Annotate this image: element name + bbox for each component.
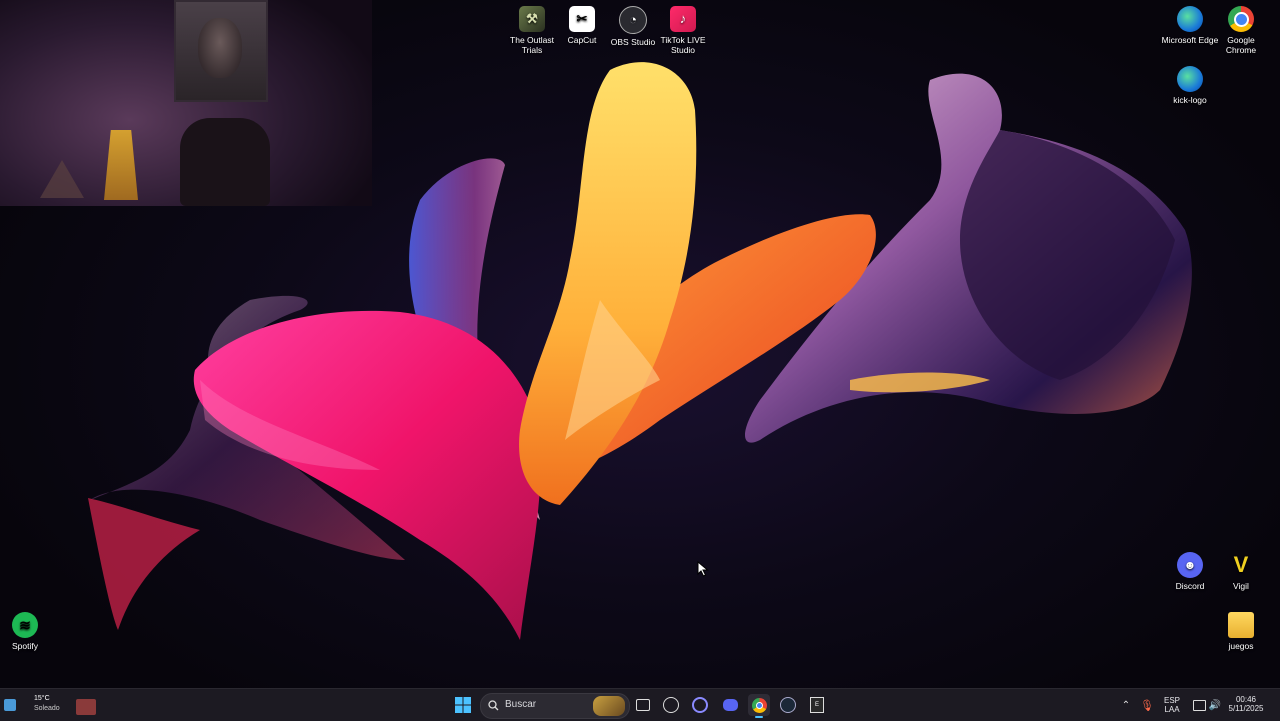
chevron-up-icon: ⌃ xyxy=(1121,699,1131,711)
search-placeholder: Buscar xyxy=(505,699,537,710)
outlast-trials-icon: ⚒ xyxy=(519,6,545,32)
edge-icon xyxy=(1177,66,1203,92)
epic-games-icon: E xyxy=(810,697,824,713)
warning-sign-icon xyxy=(40,160,84,198)
desktop-icon-vigil[interactable]: V Vigil xyxy=(1212,552,1270,592)
poster xyxy=(174,0,268,102)
volume-button[interactable]: 🔊 xyxy=(1204,694,1226,716)
discord-icon: ☻ xyxy=(1177,552,1203,578)
desktop-icon-label: Discord xyxy=(1175,581,1205,591)
weather-text: Soleado xyxy=(34,705,60,712)
taskbar-discord[interactable] xyxy=(719,694,741,716)
desktop-icon-capcut[interactable]: ✂ CapCut xyxy=(553,6,611,45)
show-hidden-icons-button[interactable]: ⌃ xyxy=(1115,694,1137,716)
clock-date: 5/11/2025 xyxy=(1228,704,1264,713)
search-icon xyxy=(488,700,499,711)
start-button[interactable] xyxy=(452,694,474,716)
clock[interactable]: 00:46 5/11/2025 xyxy=(1224,695,1268,713)
volume-icon: 🔊 xyxy=(1208,699,1222,711)
stream-thumbnail-icon xyxy=(76,699,96,715)
webcam-overlay xyxy=(0,0,372,206)
task-view-icon xyxy=(636,699,650,711)
desktop[interactable]: ⚒ The Outlast Trials ✂ CapCut ◔ OBS Stud… xyxy=(0,0,1280,688)
tiktok-live-studio-icon: ♪ xyxy=(670,6,696,32)
search-highlight-icon xyxy=(593,696,625,716)
chrome-icon xyxy=(1228,6,1254,32)
mouse-cursor-icon xyxy=(697,561,709,577)
desktop-icon-label: Vigil xyxy=(1233,581,1249,591)
language-line1: ESP xyxy=(1163,696,1180,705)
weather-temp: 15°C xyxy=(34,695,50,702)
cortana-icon xyxy=(692,697,708,713)
desktop-icon-tiktok-live[interactable]: ♪ TikTok LIVE Studio xyxy=(654,6,712,55)
taskbar-cortana[interactable] xyxy=(689,694,711,716)
weather-icon xyxy=(4,699,16,711)
taskbar: 15°C Soleado Buscar E ⌃ 🎙 ESP LAA 🔊 00:4… xyxy=(0,688,1280,721)
obs-studio-icon: ◔ xyxy=(619,6,647,34)
discord-icon xyxy=(722,699,738,711)
desktop-icon-discord[interactable]: ☻ Discord xyxy=(1161,552,1219,591)
chrome-icon xyxy=(751,697,767,713)
task-view-button[interactable] xyxy=(632,694,654,716)
desktop-icon-chrome[interactable]: Google Chrome xyxy=(1212,6,1270,55)
caution-sign xyxy=(104,130,138,200)
language-line2: LAA xyxy=(1164,705,1180,714)
taskbar-search-box[interactable]: Buscar xyxy=(480,693,630,719)
desktop-icon-label: TikTok LIVE Studio xyxy=(660,35,706,55)
steam-icon xyxy=(780,697,796,713)
taskbar-steam[interactable] xyxy=(777,694,799,716)
clock-time: 00:46 xyxy=(1235,695,1257,704)
windows-start-icon xyxy=(455,697,471,713)
language-indicator[interactable]: ESP LAA xyxy=(1160,696,1184,714)
taskbar-obs[interactable] xyxy=(660,694,682,716)
vigil-icon: V xyxy=(1233,552,1249,577)
folder-icon xyxy=(1228,612,1254,638)
microphone-button[interactable]: 🎙 xyxy=(1136,694,1158,716)
taskbar-chrome[interactable] xyxy=(748,694,770,718)
capcut-icon: ✂ xyxy=(569,6,595,32)
desktop-icon-kick-logo[interactable]: kick-logo xyxy=(1161,66,1219,105)
desktop-icon-juegos[interactable]: juegos xyxy=(1212,612,1270,651)
microphone-icon: 🎙 xyxy=(1140,699,1154,712)
desktop-icon-label: kick-logo xyxy=(1173,95,1207,105)
desktop-icon-label: Microsoft Edge xyxy=(1161,35,1219,45)
desktop-icon-label: juegos xyxy=(1228,641,1254,651)
desktop-icon-label: Google Chrome xyxy=(1225,35,1257,55)
spotify-icon: ≋ xyxy=(12,612,38,638)
desktop-icon-spotify[interactable]: ≋ Spotify xyxy=(0,612,54,651)
desktop-icon-label: CapCut xyxy=(567,35,597,45)
edge-icon xyxy=(1177,6,1203,32)
obs-icon xyxy=(663,697,679,713)
taskbar-epic-games[interactable]: E xyxy=(806,694,828,716)
desktop-icon-edge[interactable]: Microsoft Edge xyxy=(1161,6,1219,45)
desktop-icon-label: Spotify xyxy=(12,641,38,651)
gaming-chair xyxy=(180,118,270,206)
